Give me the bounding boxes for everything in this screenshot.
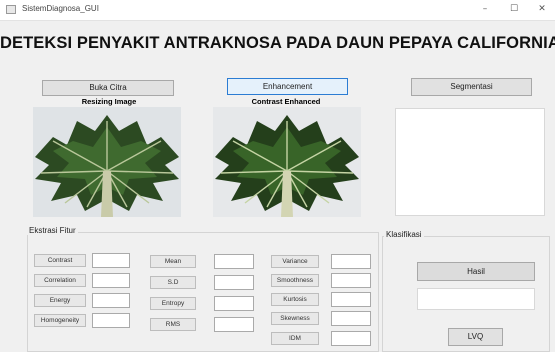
result-output-field <box>417 288 535 310</box>
idm-label: IDM <box>271 332 319 345</box>
energy-field[interactable] <box>92 293 130 308</box>
contrast-image-caption: Contrast Enhanced <box>251 97 321 106</box>
mean-label: Mean <box>150 255 196 268</box>
result-button[interactable]: Hasil <box>417 262 535 281</box>
contrast-field[interactable] <box>92 253 130 268</box>
segmentation-output <box>395 108 545 216</box>
variance-label: Variance <box>271 255 319 268</box>
enhancement-button[interactable]: Enhancement <box>227 78 348 95</box>
papaya-leaf-icon <box>33 107 181 217</box>
correlation-field[interactable] <box>92 273 130 288</box>
energy-label: Energy <box>34 294 86 307</box>
entropy-field[interactable] <box>214 296 254 311</box>
homogeneity-label: Homogeneity <box>34 314 86 327</box>
smoothness-label: Smoothness <box>271 274 319 287</box>
maximize-button[interactable]: ☐ <box>503 1 525 18</box>
lvq-button[interactable]: LVQ <box>448 328 503 346</box>
window-title: SistemDiagnosa_GUI <box>22 4 99 13</box>
skewness-field[interactable] <box>331 311 371 326</box>
contrast-leaf-image <box>213 107 361 217</box>
homogeneity-field[interactable] <box>92 313 130 328</box>
sd-label: S.D <box>150 276 196 289</box>
page-title: DETEKSI PENYAKIT ANTRAKNOSA PADA DAUN PE… <box>0 34 555 52</box>
segmentation-button[interactable]: Segmentasi <box>411 78 532 96</box>
sd-field[interactable] <box>214 275 254 290</box>
classification-panel-title: Klasifikasi <box>384 230 424 239</box>
mean-field[interactable] <box>214 254 254 269</box>
window-titlebar: SistemDiagnosa_GUI – ☐ ✕ <box>0 0 555 21</box>
kurtosis-field[interactable] <box>331 292 371 307</box>
open-image-button[interactable]: Buka Citra <box>42 80 174 96</box>
app-icon <box>6 5 16 14</box>
entropy-label: Entropy <box>150 297 196 310</box>
contrast-label: Contrast <box>34 254 86 267</box>
resized-leaf-image <box>33 107 181 217</box>
correlation-label: Correlation <box>34 274 86 287</box>
variance-field[interactable] <box>331 254 371 269</box>
smoothness-field[interactable] <box>331 273 371 288</box>
skewness-label: Skewness <box>271 312 319 325</box>
rms-label: RMS <box>150 318 196 331</box>
rms-field[interactable] <box>214 317 254 332</box>
idm-field[interactable] <box>331 331 371 346</box>
feature-panel-title: Ekstrasi Fitur <box>27 226 78 235</box>
resize-image-caption: Resizing Image <box>81 97 137 106</box>
kurtosis-label: Kurtosis <box>271 293 319 306</box>
papaya-leaf-icon <box>213 107 361 217</box>
close-button[interactable]: ✕ <box>531 1 553 18</box>
feature-extraction-panel <box>27 232 379 352</box>
minimize-button[interactable]: – <box>474 1 496 18</box>
